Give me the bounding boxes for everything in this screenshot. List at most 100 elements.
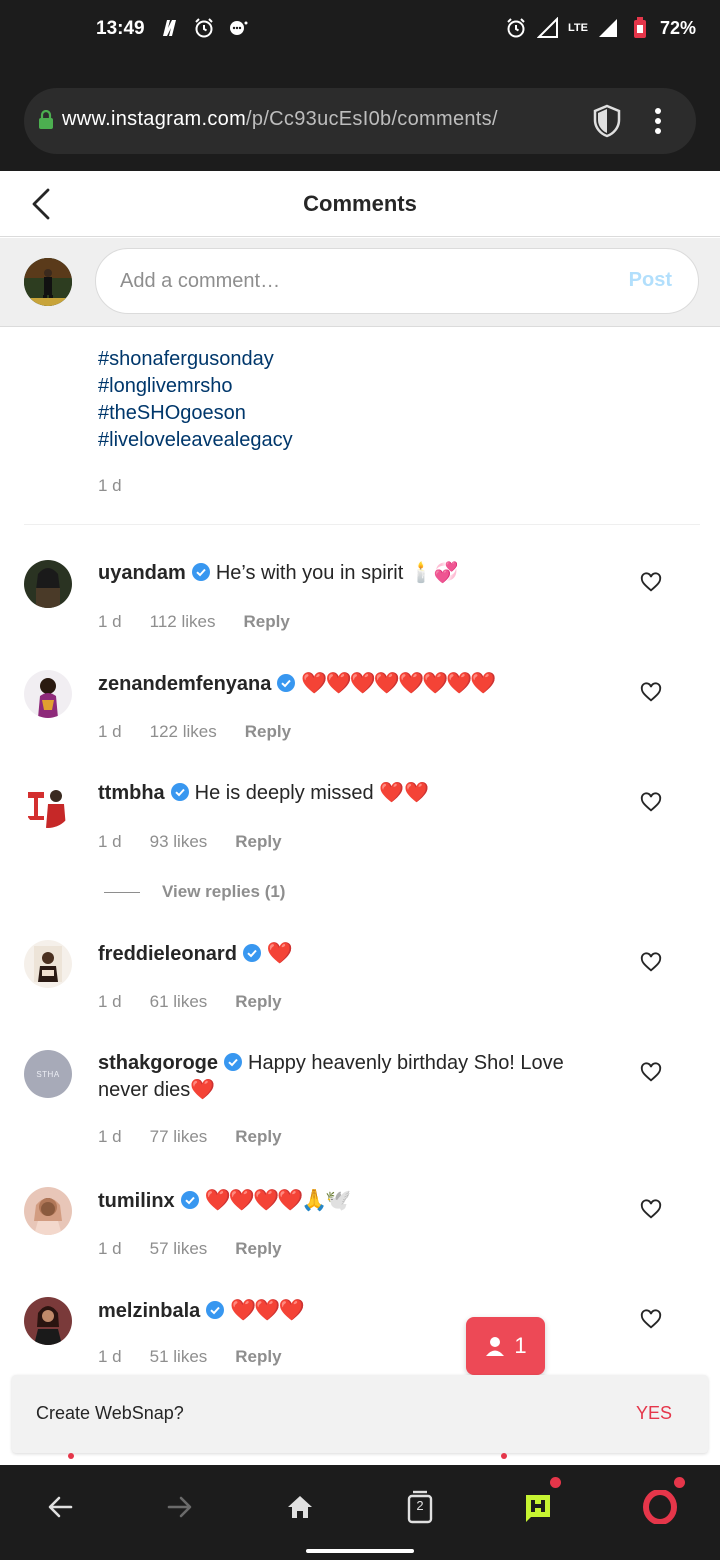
comment-text: He’s with you in spirit 🕯️💞 — [215, 562, 459, 584]
divider — [24, 524, 700, 525]
like-heart-icon[interactable] — [640, 1062, 662, 1084]
new-followers-badge[interactable]: 1 — [466, 1317, 545, 1375]
home-indicator — [306, 1549, 414, 1553]
forward-button[interactable] — [156, 1483, 204, 1531]
comment-likes[interactable]: 51 likes — [150, 1347, 208, 1367]
verified-badge-icon — [180, 1191, 199, 1209]
indicator-dot — [68, 1453, 74, 1459]
comment-time: 1 d — [98, 832, 122, 851]
verified-badge-icon — [224, 1053, 243, 1071]
avatar[interactable] — [24, 780, 72, 828]
indicator-dot — [501, 1453, 507, 1459]
status-bar: 13:49 LTE 72% — [0, 0, 720, 70]
forward-arrow-icon — [167, 1496, 192, 1518]
shield-icon[interactable] — [592, 104, 622, 143]
comment-likes[interactable]: 112 likes — [150, 612, 216, 632]
tabs-button[interactable]: 2 — [396, 1483, 444, 1531]
notification-dot — [674, 1477, 685, 1488]
view-replies-button[interactable]: View replies (1) — [104, 882, 285, 902]
network-type: LTE — [568, 22, 588, 34]
reply-button[interactable]: Reply — [235, 832, 281, 852]
comment-time: 1 d — [98, 1127, 122, 1146]
post-caption: #shonafergusonday #longlivemrsho #theSHO… — [98, 346, 293, 495]
avatar[interactable] — [24, 560, 72, 608]
reply-button[interactable]: Reply — [235, 1239, 281, 1259]
url-host: www.instagram.com — [62, 108, 247, 130]
comment-username[interactable]: ttmbha — [98, 782, 165, 804]
comment-meta: 1 d 77 likes Reply — [98, 1127, 310, 1147]
hashtag-link[interactable]: #shonafergusonday — [98, 346, 293, 373]
browser-bottom-nav: 2 — [0, 1465, 720, 1560]
comment-time: 1 d — [98, 992, 122, 1011]
more-menu-icon[interactable] — [648, 106, 668, 141]
comment-likes[interactable]: 77 likes — [150, 1127, 208, 1147]
comment-field[interactable]: Post — [95, 248, 699, 314]
home-button[interactable] — [276, 1483, 324, 1531]
post-button[interactable]: Post — [629, 269, 672, 292]
avatar[interactable] — [24, 670, 72, 718]
comment-likes[interactable]: 122 likes — [150, 722, 217, 742]
signal-icon — [536, 16, 560, 40]
like-heart-icon[interactable] — [640, 1199, 662, 1221]
comment-meta: 1 d 112 likes Reply — [98, 612, 318, 632]
avatar[interactable] — [24, 1187, 72, 1235]
opera-menu-button[interactable] — [636, 1477, 685, 1531]
comment-text: ❤️❤️❤️❤️❤️❤️❤️❤️ — [301, 672, 496, 695]
like-heart-icon[interactable] — [640, 792, 662, 814]
comment-likes[interactable]: 57 likes — [150, 1239, 208, 1259]
comment-username[interactable]: zenandemfenyana — [98, 673, 271, 695]
comments-header: Comments — [0, 171, 720, 237]
comment-username[interactable]: sthakgoroge — [98, 1052, 218, 1074]
verified-badge-icon — [206, 1301, 225, 1319]
verified-badge-icon — [170, 783, 189, 801]
verified-badge-icon — [277, 674, 296, 692]
comment-username[interactable]: freddieleonard — [98, 943, 237, 965]
caption-time: 1 d — [98, 476, 122, 495]
like-heart-icon[interactable] — [640, 952, 662, 974]
hashtag-link[interactable]: #longlivemrsho — [98, 373, 293, 400]
comment-username[interactable]: tumilinx — [98, 1190, 175, 1212]
comment-meta: 1 d 51 likes Reply — [98, 1347, 310, 1367]
comment-username[interactable]: uyandam — [98, 562, 186, 584]
reply-button[interactable]: Reply — [235, 992, 281, 1012]
comment-username[interactable]: melzinbala — [98, 1300, 200, 1322]
avatar[interactable] — [24, 940, 72, 988]
lock-icon — [38, 109, 54, 135]
chat-bubble-icon — [226, 16, 250, 40]
websnap-yes-button[interactable]: YES — [636, 1403, 672, 1424]
comment-meta: 1 d 93 likes Reply — [98, 832, 310, 852]
comment-meta: 1 d 57 likes Reply — [98, 1239, 310, 1259]
reply-button[interactable]: Reply — [245, 722, 291, 742]
alarm-icon — [192, 16, 216, 40]
netflix-icon — [158, 16, 182, 40]
comment-likes[interactable]: 61 likes — [150, 992, 208, 1012]
address-bar[interactable]: www.instagram.com/p/Cc93ucEsI0b/comments… — [24, 88, 696, 154]
browser-toolbar: www.instagram.com/p/Cc93ucEsI0b/comments… — [0, 70, 720, 171]
hype-button[interactable] — [516, 1477, 564, 1531]
verified-badge-icon — [191, 563, 210, 581]
home-icon — [288, 1496, 312, 1518]
like-heart-icon[interactable] — [640, 1309, 662, 1331]
back-button[interactable] — [36, 1483, 84, 1531]
comment-text: He is deeply missed ❤️❤️ — [194, 782, 429, 804]
comment-text: ❤️❤️❤️ — [230, 1299, 304, 1322]
tabs-count: 2 — [416, 1498, 424, 1513]
comment-time: 1 d — [98, 612, 122, 631]
comment-input[interactable] — [120, 265, 600, 297]
like-heart-icon[interactable] — [640, 682, 662, 704]
reply-button[interactable]: Reply — [235, 1127, 281, 1147]
reply-button[interactable]: Reply — [243, 612, 289, 632]
hashtag-link[interactable]: #liveloveleavealegacy — [98, 427, 293, 454]
avatar[interactable]: STHA — [24, 1050, 72, 1098]
reply-button[interactable]: Reply — [235, 1347, 281, 1367]
comment-time: 1 d — [98, 1347, 122, 1366]
person-icon — [486, 1337, 505, 1356]
current-user-avatar — [24, 258, 72, 306]
avatar[interactable] — [24, 1297, 72, 1345]
signal-icon — [596, 16, 620, 40]
hashtag-link[interactable]: #theSHOgoeson — [98, 400, 293, 427]
url-text: www.instagram.com/p/Cc93ucEsI0b/comments… — [62, 108, 498, 131]
comment-likes[interactable]: 93 likes — [150, 832, 208, 852]
like-heart-icon[interactable] — [640, 572, 662, 594]
hype-chat-icon — [526, 1495, 550, 1522]
